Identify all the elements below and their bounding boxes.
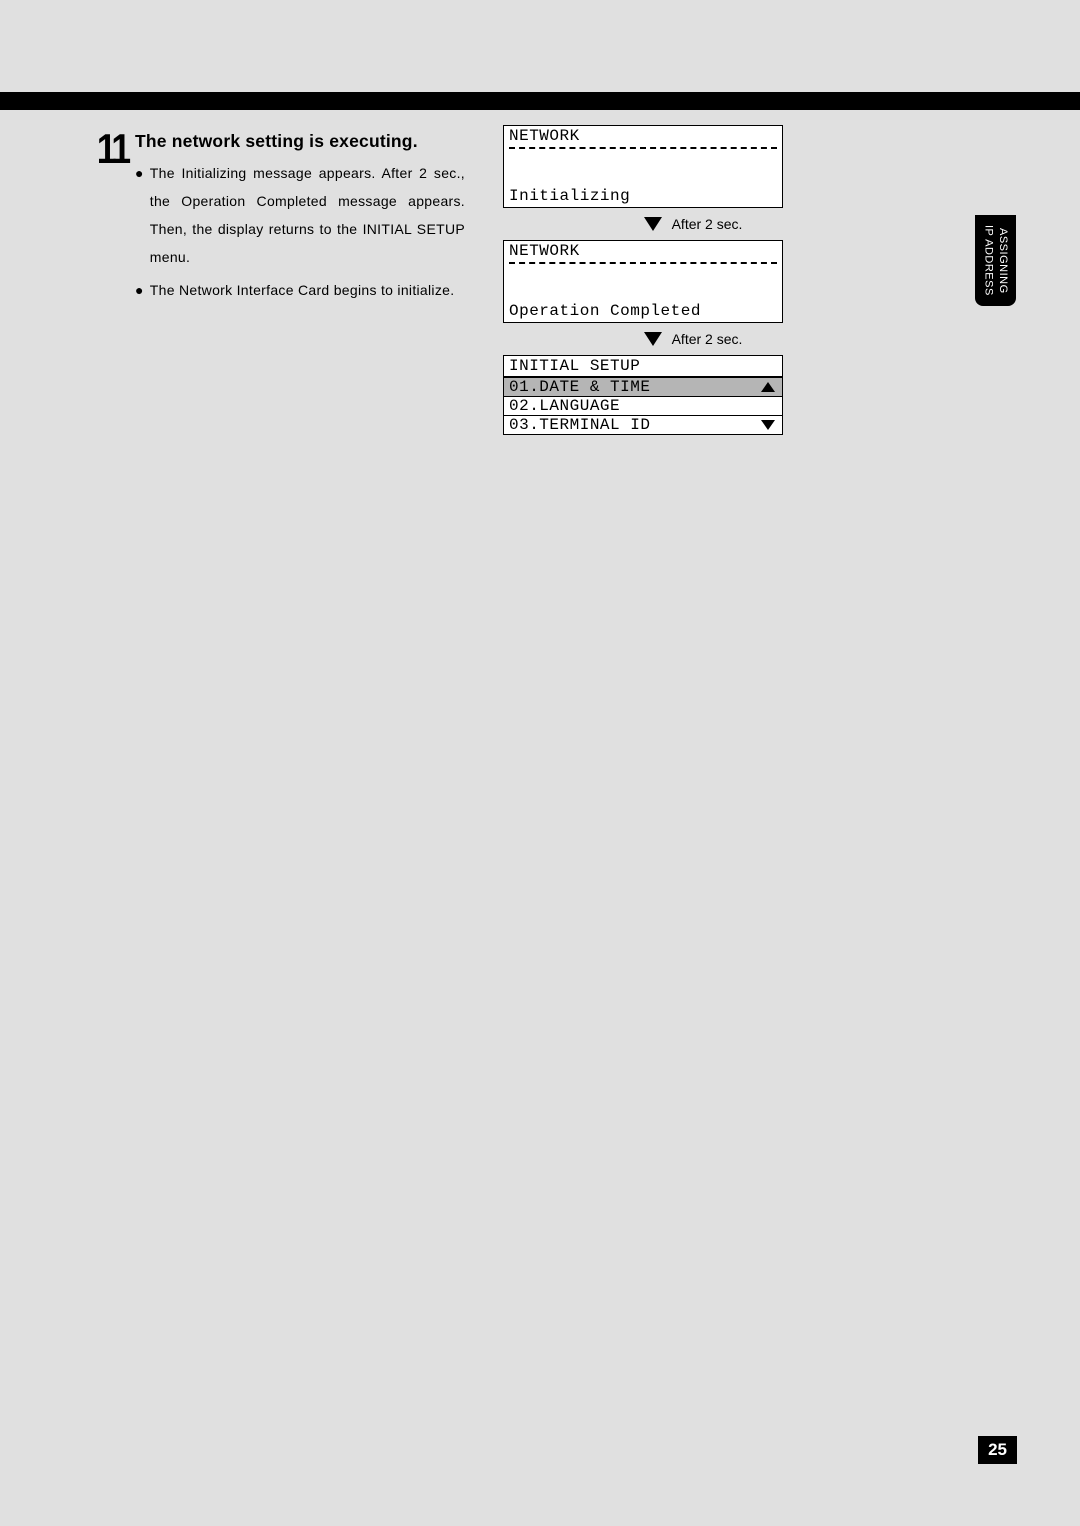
dashed-line	[509, 262, 777, 264]
bullet-text: The Initializing message appears. After …	[150, 159, 465, 271]
menu-screen: INITIAL SETUP 01.DATE & TIME 02.LANGUAGE…	[503, 355, 783, 435]
menu-item-date-time: 01.DATE & TIME	[504, 377, 782, 396]
menu-item-language: 02.LANGUAGE	[504, 396, 782, 415]
menu-item-label: 01.DATE & TIME	[509, 378, 650, 396]
bullet-dot-icon: ●	[135, 159, 144, 271]
bullet-item: ● The Network Interface Card begins to i…	[135, 276, 465, 304]
lcd-text: Initializing	[504, 187, 782, 207]
lcd-screen-completed: NETWORK Operation Completed	[503, 240, 783, 323]
bullet-dot-icon: ●	[135, 276, 144, 304]
lcd-header: NETWORK	[504, 241, 782, 260]
lcd-screen-initializing: NETWORK Initializing	[503, 125, 783, 208]
menu-item-label: 03.TERMINAL ID	[509, 416, 650, 434]
section-tab: ASSIGNING IP ADDRESS	[975, 215, 1016, 306]
dashed-line	[509, 147, 777, 149]
screens-column: NETWORK Initializing After 2 sec. NETWOR…	[503, 125, 783, 435]
arrow-text: After 2 sec.	[672, 216, 743, 232]
down-arrow-icon	[761, 420, 775, 430]
arrow-caption: After 2 sec.	[603, 216, 783, 232]
up-arrow-icon	[761, 382, 775, 392]
step-number: 11	[97, 125, 128, 173]
side-tab-line1: ASSIGNING	[997, 228, 1009, 294]
arrow-text: After 2 sec.	[672, 331, 743, 347]
bullet-item: ● The Initializing message appears. Afte…	[135, 159, 465, 271]
menu-item-label: 02.LANGUAGE	[509, 397, 620, 415]
menu-header: INITIAL SETUP	[504, 356, 782, 377]
lcd-header: NETWORK	[504, 126, 782, 145]
down-arrow-icon	[644, 217, 662, 231]
down-arrow-icon	[644, 332, 662, 346]
lcd-text: Operation Completed	[504, 302, 782, 322]
header-black-bar	[0, 92, 1080, 110]
lcd-spacer	[504, 149, 782, 187]
step-title: The network setting is executing.	[135, 131, 418, 152]
side-tab-line2: IP ADDRESS	[983, 225, 995, 296]
arrow-caption: After 2 sec.	[603, 331, 783, 347]
page-number: 25	[978, 1436, 1017, 1464]
menu-item-terminal-id: 03.TERMINAL ID	[504, 415, 782, 434]
bullet-list: ● The Initializing message appears. Afte…	[135, 159, 465, 309]
lcd-spacer	[504, 264, 782, 302]
bullet-text: The Network Interface Card begins to ini…	[150, 276, 465, 304]
